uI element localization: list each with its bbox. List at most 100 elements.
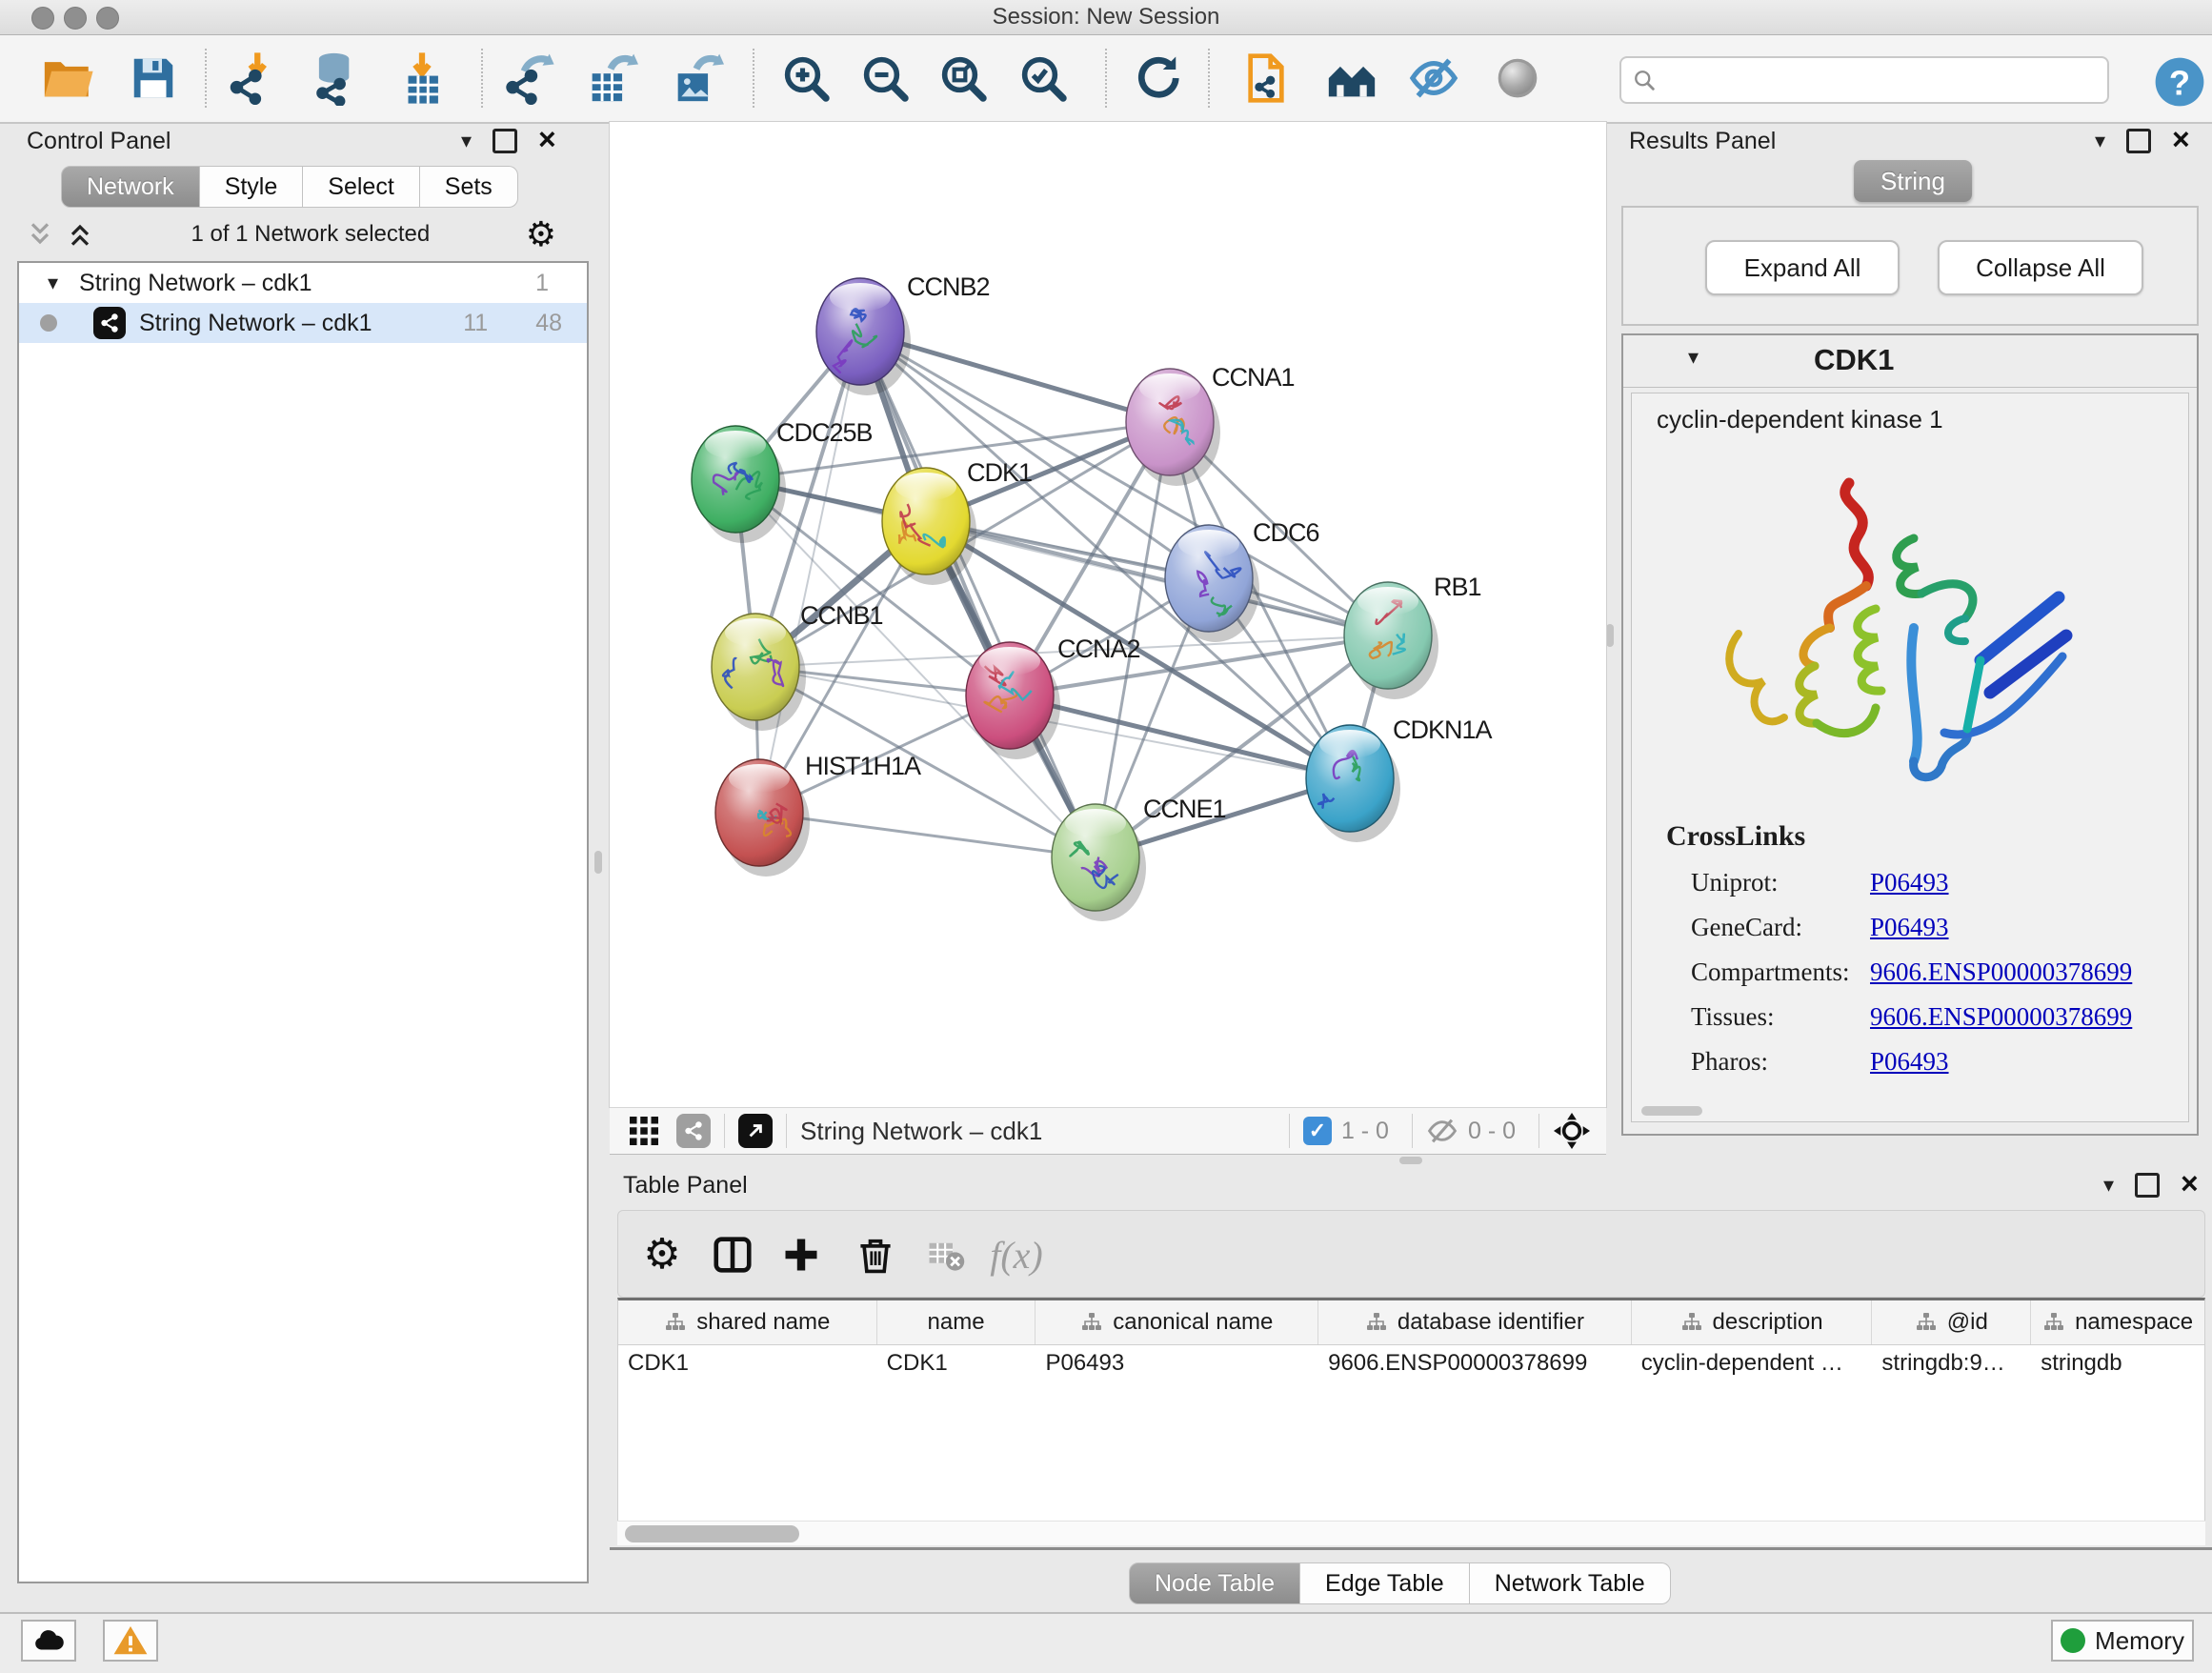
right-splitter-handle[interactable]: [1606, 624, 1614, 647]
scrollbar-thumb[interactable]: [625, 1525, 799, 1542]
table-horizontal-scrollbar[interactable]: [617, 1521, 2205, 1545]
close-panel-icon[interactable]: ×: [2172, 124, 2190, 154]
tab-sets[interactable]: Sets: [420, 166, 518, 208]
import-network-file-icon[interactable]: [219, 47, 282, 110]
tab-node-table[interactable]: Node Table: [1129, 1562, 1300, 1604]
panel-menu-icon[interactable]: ▾: [461, 131, 472, 151]
node-CCNB2[interactable]: [816, 278, 911, 395]
string-network-graph[interactable]: CCNB2CCNA1CDC25BCDK1CDC6RB1CCNB1CCNA2CDK…: [610, 122, 1606, 1107]
view-grid-icon[interactable]: [627, 1114, 661, 1148]
selected-checkbox-icon[interactable]: ✓: [1303, 1117, 1332, 1145]
node-CDC25B[interactable]: [692, 426, 786, 543]
hidden-eye-icon[interactable]: [1426, 1115, 1458, 1147]
node-RB1[interactable]: [1344, 582, 1438, 699]
cloud-status-button[interactable]: [21, 1620, 76, 1662]
collection-expand-icon[interactable]: ▾: [48, 272, 58, 293]
save-session-icon[interactable]: [122, 47, 185, 110]
expand-all-icon[interactable]: [65, 219, 95, 250]
main-toolbar: ?: [0, 35, 2212, 124]
node-entry-header[interactable]: ▾ CDK1: [1623, 335, 2197, 388]
node-CCNA1[interactable]: [1126, 369, 1220, 486]
zoom-out-icon[interactable]: [854, 47, 916, 110]
node-CDK1[interactable]: [882, 468, 976, 585]
panel-menu-icon[interactable]: ▾: [2095, 131, 2105, 151]
column-header-description[interactable]: description: [1632, 1300, 1873, 1344]
column-header-shared-name[interactable]: shared name: [618, 1300, 877, 1344]
table-options-gear-icon[interactable]: ⚙: [632, 1224, 693, 1285]
uniprot-link[interactable]: P06493: [1870, 868, 1949, 897]
network-row[interactable]: String Network – cdk1 11 48: [19, 303, 587, 343]
zoom-selected-icon[interactable]: [1012, 47, 1075, 110]
tab-edge-table[interactable]: Edge Table: [1300, 1562, 1470, 1604]
genecard-link[interactable]: P06493: [1870, 913, 1949, 942]
hide-selected-icon[interactable]: [1402, 47, 1465, 110]
bottom-splitter-handle[interactable]: [1399, 1157, 1422, 1164]
column-header-id[interactable]: @id: [1872, 1300, 2031, 1344]
delete-column-icon[interactable]: [845, 1224, 906, 1285]
export-image-icon[interactable]: [665, 47, 728, 110]
node-HIST1H1A[interactable]: [715, 759, 810, 877]
crosslink-label: Uniprot:: [1691, 868, 1779, 897]
add-column-icon[interactable]: [771, 1224, 832, 1285]
zoom-fit-icon[interactable]: [932, 47, 995, 110]
collapse-all-icon[interactable]: [25, 219, 55, 250]
show-columns-icon[interactable]: [702, 1224, 763, 1285]
close-panel-icon[interactable]: ×: [2181, 1168, 2199, 1199]
node-CCNB1[interactable]: [712, 614, 806, 731]
export-table-icon[interactable]: [579, 47, 642, 110]
title-bar: Session: New Session: [0, 0, 2212, 35]
tab-network-table[interactable]: Network Table: [1470, 1562, 1671, 1604]
share-document-icon[interactable]: [1235, 47, 1297, 110]
node-label-RB1: RB1: [1434, 573, 1481, 601]
show-graphics-details-icon[interactable]: [1486, 47, 1549, 110]
left-splitter-handle[interactable]: [594, 851, 602, 874]
import-network-database-icon[interactable]: [305, 47, 368, 110]
float-panel-icon[interactable]: [2126, 129, 2151, 153]
node-label-CDKN1A: CDKN1A: [1393, 716, 1493, 744]
tab-network[interactable]: Network: [61, 166, 200, 208]
node-CCNE1[interactable]: [1052, 804, 1146, 921]
detach-view-icon[interactable]: [738, 1114, 773, 1148]
expand-all-button[interactable]: Expand All: [1705, 240, 1900, 295]
float-panel-icon[interactable]: [2135, 1173, 2160, 1198]
panel-menu-icon[interactable]: ▾: [2103, 1175, 2114, 1196]
edge-CCNB2-HIST1H1A[interactable]: [759, 332, 860, 813]
pharos-link[interactable]: P06493: [1870, 1047, 1949, 1077]
table-row[interactable]: CDK1 CDK1 P06493 9606.ENSP00000378699 cy…: [618, 1345, 2204, 1381]
entry-collapse-icon[interactable]: ▾: [1688, 347, 1699, 368]
tab-style[interactable]: Style: [200, 166, 304, 208]
collapse-all-button[interactable]: Collapse All: [1938, 240, 2143, 295]
search-input[interactable]: [1667, 66, 2107, 94]
tab-string[interactable]: String: [1854, 160, 1972, 202]
edge-HIST1H1A-CCNE1[interactable]: [759, 813, 1096, 857]
first-neighbors-icon[interactable]: [1320, 47, 1383, 110]
float-panel-icon[interactable]: [493, 129, 517, 153]
node-CDKN1A[interactable]: [1306, 725, 1400, 842]
mini-scrollbar[interactable]: [1641, 1106, 1702, 1116]
compartments-link[interactable]: 9606.ENSP00000378699: [1870, 957, 2132, 987]
birds-eye-toggle-icon[interactable]: [1553, 1112, 1591, 1150]
network-canvas[interactable]: CCNB2CCNA1CDC25BCDK1CDC6RB1CCNB1CCNA2CDK…: [610, 122, 1606, 1107]
import-table-file-icon[interactable]: [391, 47, 453, 110]
control-panel-title: Control Panel: [27, 128, 171, 155]
column-header-namespace[interactable]: namespace: [2031, 1300, 2204, 1344]
tissues-link[interactable]: 9606.ENSP00000378699: [1870, 1002, 2132, 1032]
help-icon[interactable]: ?: [2148, 50, 2211, 113]
zoom-in-icon[interactable]: [774, 47, 837, 110]
search-field[interactable]: [1619, 56, 2109, 104]
tab-select[interactable]: Select: [303, 166, 419, 208]
network-collection-row[interactable]: ▾ String Network – cdk1 1: [19, 263, 587, 303]
close-panel-icon[interactable]: ×: [538, 124, 556, 154]
node-CCNA2[interactable]: [966, 642, 1060, 759]
warning-status-button[interactable]: [103, 1620, 158, 1662]
column-header-database-identifier[interactable]: database identifier: [1318, 1300, 1632, 1344]
column-header-name[interactable]: name: [877, 1300, 1036, 1344]
export-network-icon[interactable]: [497, 47, 560, 110]
results-controls-box: Expand All Collapse All: [1621, 206, 2199, 326]
column-header-canonical-name[interactable]: canonical name: [1036, 1300, 1318, 1344]
open-session-icon[interactable]: [36, 47, 99, 110]
network-options-gear-icon[interactable]: ⚙: [526, 217, 556, 252]
memory-button[interactable]: Memory: [2051, 1620, 2194, 1662]
refresh-icon[interactable]: [1125, 47, 1188, 110]
network-badge-icon[interactable]: [676, 1114, 711, 1148]
